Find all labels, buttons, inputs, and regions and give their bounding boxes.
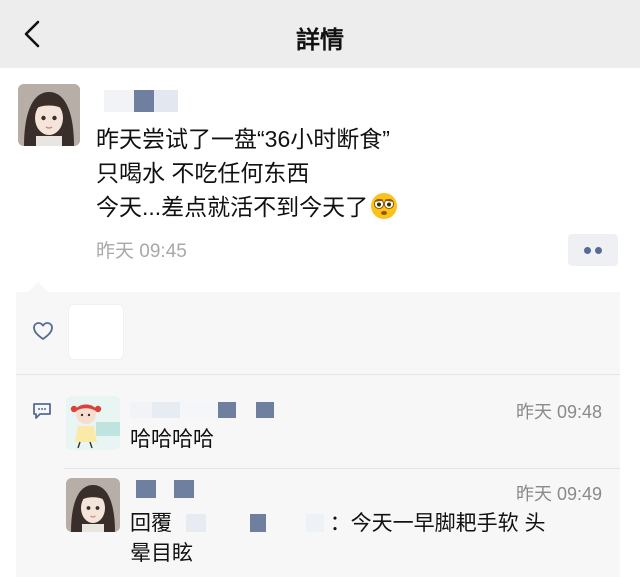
comment-bubble-icon bbox=[33, 403, 51, 419]
reply-comment-text[interactable]: 回覆 ：今天一早脚耙手软 头 bbox=[130, 508, 546, 540]
comment-text[interactable]: 哈哈哈哈 bbox=[130, 424, 214, 456]
commenter-avatar[interactable] bbox=[66, 396, 120, 450]
page-title: 詳情 bbox=[296, 27, 344, 54]
dizzy-face-emoji bbox=[371, 193, 398, 219]
reply-label: 回覆 bbox=[130, 512, 172, 535]
comment-timestamp: 昨天 09:48 bbox=[515, 402, 602, 422]
post-line-2: 只喝水 不吃任何东西 bbox=[96, 160, 310, 186]
post-line-1: 昨天尝试了一盘“36小时断食” bbox=[96, 126, 390, 152]
panel-caret bbox=[28, 282, 48, 292]
comment-divider bbox=[64, 468, 620, 469]
more-actions-button[interactable] bbox=[568, 234, 618, 266]
reply-text-line-2: 晕目眩 bbox=[130, 542, 193, 565]
post-content: 昨天尝试了一盘“36小时断食” 只喝水 不吃任何东西 今天...差点就活不到今天… bbox=[96, 122, 398, 224]
author-name-mosaic bbox=[104, 90, 178, 112]
commenter-name-mosaic bbox=[136, 480, 194, 498]
commenter-name-mosaic bbox=[130, 402, 274, 418]
replied-user-mosaic bbox=[185, 514, 324, 532]
likes-divider bbox=[16, 374, 620, 375]
comment-timestamp: 昨天 09:49 bbox=[515, 484, 602, 504]
navigation-bar: 詳情 bbox=[0, 0, 640, 68]
post-author-avatar[interactable] bbox=[18, 84, 80, 146]
more-dots-icon bbox=[584, 247, 591, 254]
post-line-3: 今天...差点就活不到今天了 bbox=[96, 194, 369, 220]
heart-outline-icon[interactable] bbox=[32, 320, 54, 342]
post-timestamp: 昨天 09:45 bbox=[96, 241, 187, 262]
post-line-3-wrapper: 今天...差点就活不到今天了 bbox=[96, 190, 398, 224]
reply-text: ：今天一早脚耙手软 头 bbox=[329, 512, 546, 535]
commenter-avatar[interactable] bbox=[66, 478, 120, 532]
more-dots-icon bbox=[595, 247, 602, 254]
liker-avatar[interactable] bbox=[68, 304, 124, 360]
